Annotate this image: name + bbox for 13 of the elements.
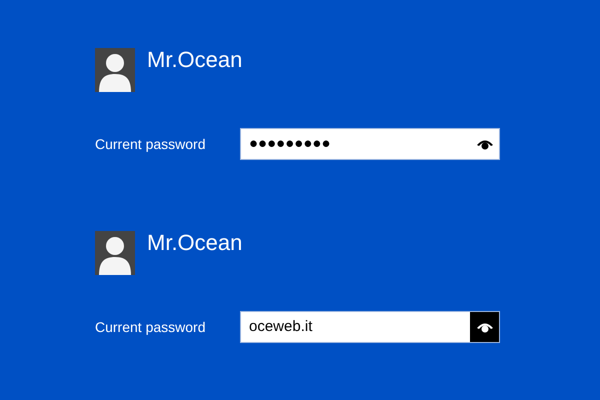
- eye-icon: [476, 138, 492, 150]
- eye-icon: [476, 322, 492, 332]
- password-field[interactable]: oceweb.it: [240, 311, 500, 343]
- user-name: Mr.Ocean: [147, 48, 242, 72]
- field-label: Current password: [95, 134, 206, 154]
- avatar-icon: [95, 48, 135, 92]
- password-field[interactable]: ●●●●●●●●●: [240, 128, 500, 160]
- password-value: oceweb.it: [249, 316, 314, 337]
- password-value: ●●●●●●●●●: [249, 134, 332, 154]
- field-label: Current password: [95, 318, 206, 337]
- user-name: Mr.Ocean: [147, 231, 242, 255]
- reveal-password-button[interactable]: [470, 312, 499, 342]
- avatar-icon: [95, 231, 135, 275]
